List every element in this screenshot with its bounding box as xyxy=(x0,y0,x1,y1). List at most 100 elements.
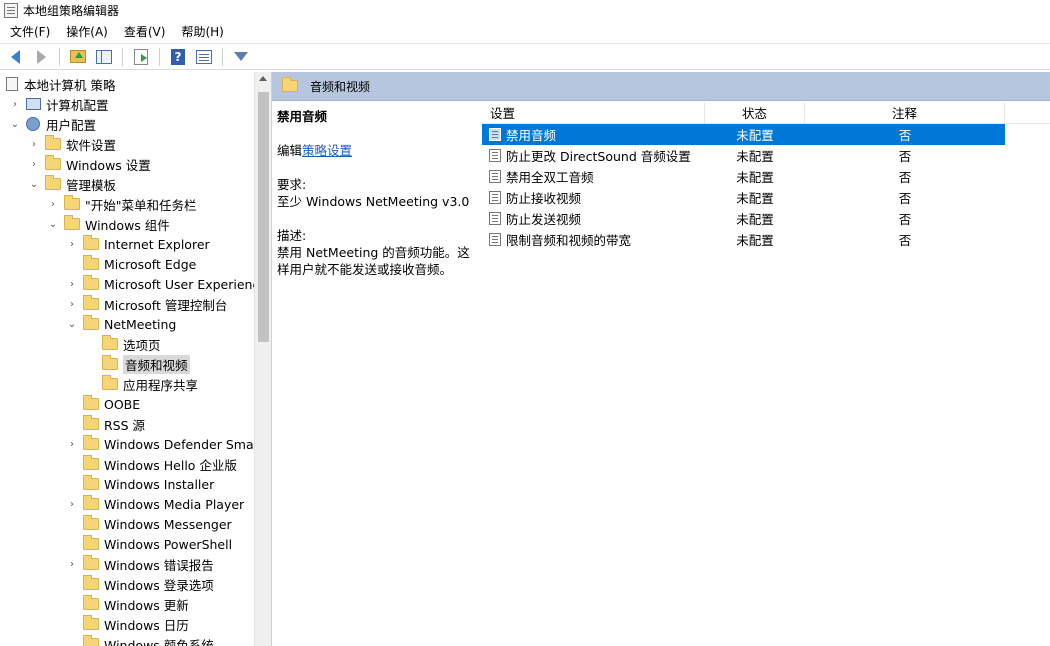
tree-item-label: Microsoft User Experience xyxy=(104,276,268,292)
tree-item[interactable]: ⌄ Windows 组件 xyxy=(48,214,170,234)
tree-item[interactable]: Windows PowerShell xyxy=(67,534,232,554)
chevron-right-icon[interactable]: › xyxy=(67,499,77,510)
tree-item-label: Windows Installer xyxy=(104,476,215,492)
folder-icon xyxy=(64,215,80,230)
tree-item[interactable]: › "开始"菜单和任务栏 xyxy=(48,194,197,214)
no-chevron xyxy=(67,259,77,269)
chevron-right-icon[interactable]: › xyxy=(48,199,58,210)
tree-item-label: 软件设置 xyxy=(66,137,117,153)
policy-row[interactable]: 禁用全双工音频 未配置 否 xyxy=(482,166,1050,187)
scroll-thumb[interactable] xyxy=(258,92,269,342)
policy-state: 未配置 xyxy=(736,128,774,143)
tree-root[interactable]: 本地计算机 策略 xyxy=(6,74,115,94)
folder-icon xyxy=(45,135,61,150)
tree-item[interactable]: › Windows 设置 xyxy=(29,154,151,174)
chevron-down-icon[interactable]: ⌄ xyxy=(67,319,77,330)
chevron-right-icon[interactable]: › xyxy=(67,279,77,290)
chevron-right-icon[interactable]: › xyxy=(29,139,39,150)
tree-item-label: Microsoft Edge xyxy=(104,256,197,272)
chevron-right-icon[interactable]: › xyxy=(67,439,77,450)
tree-item-label: 选项页 xyxy=(123,337,161,353)
chevron-right-icon[interactable]: › xyxy=(67,299,77,310)
chevron-right-icon[interactable]: › xyxy=(29,159,39,170)
properties-icon[interactable] xyxy=(193,46,215,68)
requirement-label: 要求: xyxy=(277,177,307,192)
tree-item-label: 音频和视频 xyxy=(123,354,190,374)
chevron-right-icon[interactable]: › xyxy=(10,99,20,110)
tree-item[interactable]: 应用程序共享 xyxy=(86,374,198,394)
policy-row[interactable]: 防止更改 DirectSound 音频设置 未配置 否 xyxy=(482,145,1050,166)
tree-item[interactable]: Windows Hello 企业版 xyxy=(67,454,237,474)
tree-item[interactable]: 音频和视频 xyxy=(86,354,190,374)
chevron-right-icon[interactable]: › xyxy=(67,559,77,570)
policy-state: 未配置 xyxy=(736,212,774,227)
tree-item[interactable]: RSS 源 xyxy=(67,414,145,434)
folder-icon xyxy=(64,195,80,210)
tree-item[interactable]: Microsoft Edge xyxy=(67,254,196,274)
tree-item[interactable]: Windows Installer xyxy=(67,474,214,494)
toolbar-separator xyxy=(59,47,60,66)
tree-item[interactable]: › Internet Explorer xyxy=(67,234,210,254)
tree-scrollbar[interactable] xyxy=(254,72,271,646)
tree-item-label: 计算机配置 xyxy=(46,97,109,113)
folder-icon xyxy=(83,495,99,510)
tree-item-label: NetMeeting xyxy=(104,316,177,332)
tree-item[interactable]: › Windows Media Player xyxy=(67,494,244,514)
tree-item[interactable]: › 软件设置 xyxy=(29,134,116,154)
column-state[interactable]: 状态 xyxy=(705,101,805,124)
menu-action[interactable]: 操作(A) xyxy=(58,22,116,42)
edit-policy-link[interactable]: 策略设置 xyxy=(302,143,352,158)
tree-item[interactable]: › 计算机配置 xyxy=(10,94,109,114)
scroll-up-icon[interactable] xyxy=(259,76,267,81)
tree-item[interactable]: OOBE xyxy=(67,394,140,414)
toolbar-separator xyxy=(159,47,160,66)
help-icon[interactable]: ? xyxy=(167,46,189,68)
policy-row[interactable]: 防止接收视频 未配置 否 xyxy=(482,187,1050,208)
tree-item[interactable]: Windows 登录选项 xyxy=(67,574,214,594)
policy-setting-cell: 防止更改 DirectSound 音频设置 xyxy=(482,146,705,165)
policy-comment: 否 xyxy=(898,128,912,143)
filter-icon[interactable] xyxy=(230,46,252,68)
column-setting[interactable]: 设置 xyxy=(482,101,705,124)
tree-item-label: Windows 错误报告 xyxy=(104,557,214,573)
tree-item[interactable]: › Windows 错误报告 xyxy=(67,554,214,574)
tree-item[interactable]: Windows 日历 xyxy=(67,614,189,634)
up-folder-icon[interactable] xyxy=(67,46,89,68)
column-comment[interactable]: 注释 xyxy=(805,101,1005,124)
show-hide-tree-icon[interactable] xyxy=(93,46,115,68)
forward-icon[interactable] xyxy=(30,46,52,68)
tree-item[interactable]: Windows Messenger xyxy=(67,514,232,534)
no-chevron xyxy=(67,619,77,629)
tree-item[interactable]: ⌄ 用户配置 xyxy=(10,114,96,134)
policy-row[interactable]: 限制音频和视频的带宽 未配置 否 xyxy=(482,229,1050,250)
policy-row[interactable]: 禁用音频 未配置 否 xyxy=(482,124,1005,145)
menu-view[interactable]: 查看(V) xyxy=(116,22,174,42)
export-list-icon[interactable] xyxy=(130,46,152,68)
folder-icon xyxy=(83,535,99,550)
tree-item[interactable]: ⌄ 管理模板 xyxy=(29,174,116,194)
menu-file[interactable]: 文件(F) xyxy=(2,22,58,42)
folder-icon xyxy=(83,615,99,630)
policy-row[interactable]: 防止发送视频 未配置 否 xyxy=(482,208,1050,229)
tree-item-label: Internet Explorer xyxy=(104,236,210,252)
computer-icon xyxy=(26,98,41,110)
description-text: 禁用 NetMeeting 的音频功能。这样用户就不能发送或接收音频。 xyxy=(277,245,470,277)
tree-item-label: Windows Messenger xyxy=(104,516,232,532)
chevron-down-icon[interactable]: ⌄ xyxy=(10,119,20,130)
tree-item[interactable]: 选项页 xyxy=(86,334,161,354)
back-icon[interactable] xyxy=(4,46,26,68)
toolbar-separator xyxy=(122,47,123,66)
folder-icon xyxy=(83,635,99,646)
tree-item[interactable]: Windows 更新 xyxy=(67,594,189,614)
chevron-down-icon[interactable]: ⌄ xyxy=(48,219,58,230)
tree-item[interactable]: › Microsoft User Experience xyxy=(67,274,267,294)
tree-item[interactable]: Windows 颜色系统 xyxy=(67,634,214,646)
tree-item[interactable]: › Windows Defender SmartS xyxy=(67,434,272,454)
tree-item-label: Windows Hello 企业版 xyxy=(104,457,237,473)
tree-item-label: Windows Defender SmartS xyxy=(104,436,272,452)
menu-help[interactable]: 帮助(H) xyxy=(173,22,231,42)
tree-item[interactable]: › Microsoft 管理控制台 xyxy=(67,294,227,314)
chevron-right-icon[interactable]: › xyxy=(67,239,77,250)
chevron-down-icon[interactable]: ⌄ xyxy=(29,179,39,190)
tree-item[interactable]: ⌄ NetMeeting xyxy=(67,314,176,334)
